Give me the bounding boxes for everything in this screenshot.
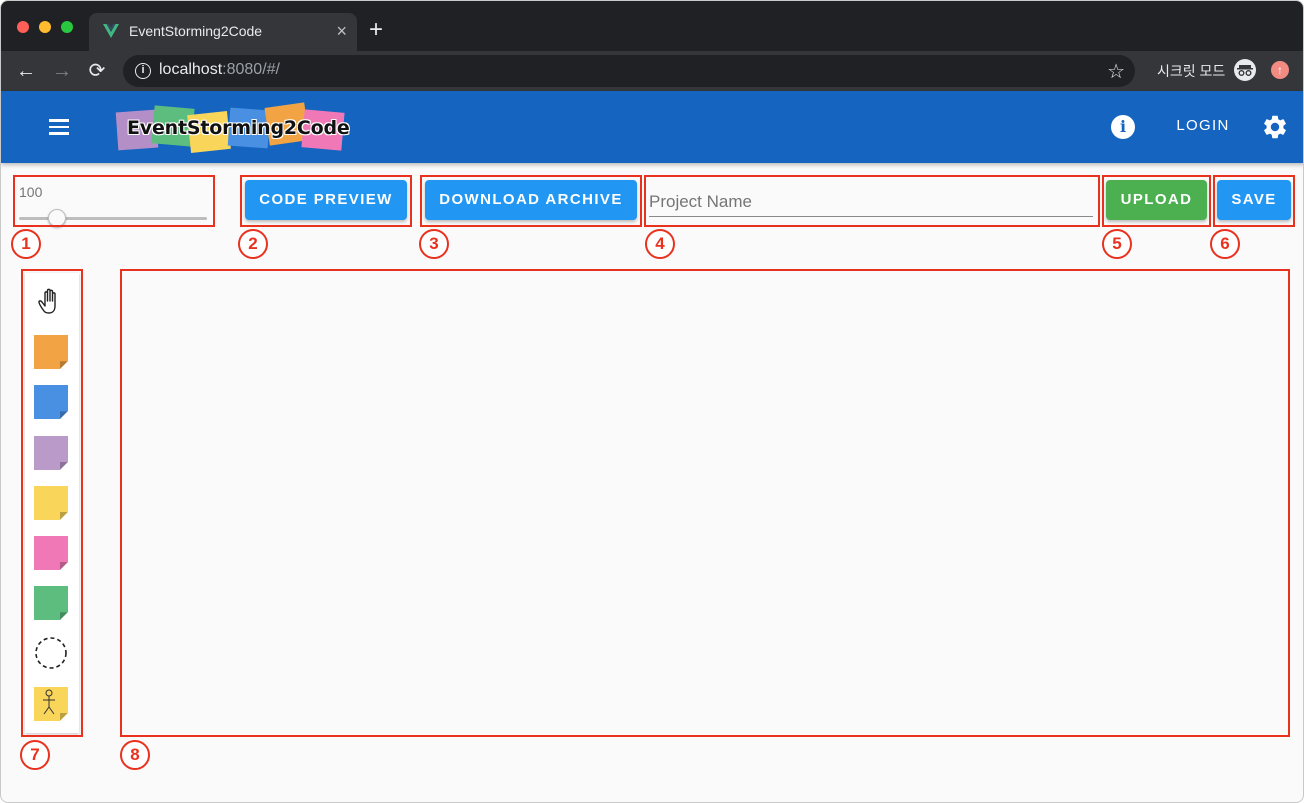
menu-icon[interactable]	[47, 115, 71, 139]
save-button[interactable]: SAVE	[1217, 180, 1291, 220]
close-window-button[interactable]	[17, 21, 29, 33]
annotation-number-2: 2	[238, 229, 268, 259]
url-host: localhost	[159, 61, 223, 78]
back-icon[interactable]: ←	[14, 59, 38, 83]
annotation-number-4: 4	[645, 229, 675, 259]
browser-window: EventStorming2Code × + ← → ⟳ i localhost…	[0, 0, 1304, 803]
download-archive-button[interactable]: DOWNLOAD ARCHIVE	[425, 180, 637, 220]
sticky-orange-icon[interactable]	[34, 335, 68, 370]
project-name-field[interactable]	[649, 179, 1095, 219]
browser-toolbar: ← → ⟳ i localhost:8080/#/ ☆ 시크릿 모드 ↑	[1, 51, 1303, 91]
address-bar[interactable]: i localhost:8080/#/ ☆	[123, 55, 1135, 87]
project-name-input[interactable]	[649, 187, 1093, 217]
reload-icon[interactable]: ⟳	[85, 59, 109, 83]
annotation-number-1: 1	[11, 229, 41, 259]
incognito-icon[interactable]	[1234, 59, 1256, 81]
upload-button[interactable]: UPLOAD	[1106, 180, 1207, 220]
annotation-number-5: 5	[1102, 229, 1132, 259]
sticky-pink-icon[interactable]	[34, 536, 68, 570]
project-name-underline	[649, 216, 1093, 217]
sticky-blue-icon[interactable]	[34, 385, 68, 420]
logo-text: EventStorming2Code	[127, 117, 350, 139]
tab-close-icon[interactable]: ×	[336, 19, 347, 43]
actor-sticky-icon[interactable]	[34, 686, 68, 721]
vue-logo-icon	[103, 24, 119, 38]
browser-tab-bar: EventStorming2Code × +	[1, 1, 1303, 51]
element-palette	[25, 273, 79, 733]
login-button[interactable]: LOGIN	[1161, 117, 1245, 134]
modeling-canvas[interactable]	[123, 273, 1287, 733]
url-text: localhost:8080/#/	[159, 61, 280, 79]
app-header: EventStorming2Code i LOGIN	[1, 91, 1303, 163]
url-path: :8080/#/	[222, 61, 280, 78]
info-icon[interactable]: i	[1111, 115, 1135, 139]
zoom-value: 100	[19, 184, 43, 200]
annotation-number-6: 6	[1210, 229, 1240, 259]
zoom-slider[interactable]: 100	[15, 178, 211, 227]
annotation-number-8: 8	[120, 740, 150, 770]
site-info-icon[interactable]: i	[135, 63, 151, 79]
hand-tool-icon[interactable]	[34, 285, 68, 319]
zoom-slider-thumb[interactable]	[47, 209, 66, 227]
sticky-green-icon[interactable]	[34, 586, 68, 621]
forward-icon[interactable]: →	[50, 59, 74, 83]
incognito-label: 시크릿 모드	[1157, 63, 1226, 79]
sticky-yellow-icon[interactable]	[34, 485, 68, 520]
update-available-icon[interactable]: ↑	[1271, 61, 1289, 79]
code-preview-button[interactable]: CODE PREVIEW	[245, 180, 407, 220]
new-tab-button[interactable]: +	[369, 15, 383, 45]
maximize-window-button[interactable]	[61, 21, 73, 33]
minimize-window-button[interactable]	[39, 21, 51, 33]
annotation-number-7: 7	[20, 740, 50, 770]
tab-title: EventStorming2Code	[129, 23, 263, 39]
app-logo: EventStorming2Code	[115, 102, 350, 153]
settings-gear-icon[interactable]	[1261, 113, 1289, 141]
annotation-number-3: 3	[419, 229, 449, 259]
browser-tab[interactable]: EventStorming2Code ×	[89, 13, 357, 51]
bounded-context-icon[interactable]	[34, 636, 68, 670]
bookmark-star-icon[interactable]: ☆	[1107, 59, 1125, 84]
sticky-purple-icon[interactable]	[34, 435, 68, 470]
